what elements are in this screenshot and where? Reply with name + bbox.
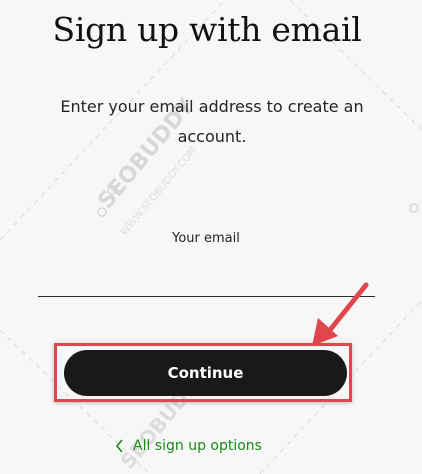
continue-button[interactable]: Continue	[64, 350, 347, 396]
email-label: Your email	[172, 231, 240, 246]
signup-instructions: Enter your email address to create an ac…	[60, 97, 364, 146]
watermark-subtext: WWW.SEOBUDDY.COM	[119, 145, 199, 238]
email-field[interactable]	[38, 256, 375, 297]
all-signup-options-label: All sign up options	[133, 438, 262, 454]
chevron-left-icon	[115, 439, 123, 453]
page-title: Sign up with email	[52, 10, 362, 49]
all-signup-options-link[interactable]: All sign up options	[115, 434, 262, 458]
